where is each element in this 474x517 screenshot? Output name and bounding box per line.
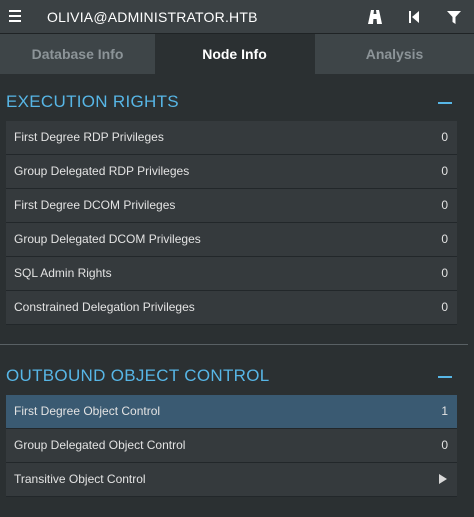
section-title: OUTBOUND OBJECT CONTROL [6,366,270,385]
row-count: 1 [441,404,448,418]
top-bar: OLIVIA@ADMINISTRATOR.HTB [0,0,474,34]
row-label: Constrained Delegation Privileges [14,300,195,314]
tab-database-info[interactable]: Database Info [0,34,155,74]
row-count: 0 [441,232,448,246]
filter-icon[interactable] [446,9,462,25]
list-item[interactable]: Group Delegated Object Control 0 [6,429,457,463]
list-item[interactable]: First Degree RDP Privileges 0 [6,121,457,155]
list-item[interactable]: Transitive Object Control [6,463,457,497]
tab-bar: Database Info Node Info Analysis [0,34,474,74]
row-count: 0 [441,300,448,314]
row-count: 0 [441,438,448,452]
row-count: 0 [441,130,448,144]
section-divider [0,344,468,345]
row-label: Group Delegated DCOM Privileges [14,232,201,246]
row-label: Transitive Object Control [14,472,146,486]
list-item[interactable]: First Degree Object Control 1 [6,395,457,429]
outbound-object-control-list: First Degree Object Control 1 Group Dele… [6,395,457,497]
list-item[interactable]: Constrained Delegation Privileges 0 [6,291,457,325]
play-arrow-icon[interactable] [439,474,447,484]
row-label: First Degree DCOM Privileges [14,198,176,212]
pathfinding-icon[interactable] [367,9,383,25]
section-title: EXECUTION RIGHTS [6,92,179,111]
row-label: Group Delegated RDP Privileges [14,164,190,178]
row-label: Group Delegated Object Control [14,438,186,452]
execution-rights-header[interactable]: EXECUTION RIGHTS [0,92,474,122]
row-label: SQL Admin Rights [14,266,112,280]
row-label: First Degree Object Control [14,404,161,418]
back-icon[interactable] [406,9,422,25]
outbound-object-control-header[interactable]: OUTBOUND OBJECT CONTROL [0,366,474,396]
node-title: OLIVIA@ADMINISTRATOR.HTB [47,9,258,25]
row-count: 0 [441,164,448,178]
bloodhound-panel: OLIVIA@ADMINISTRATOR.HTB Database Info N… [0,0,474,517]
collapse-icon[interactable] [438,376,452,378]
row-label: First Degree RDP Privileges [14,130,164,144]
list-item[interactable]: SQL Admin Rights 0 [6,257,457,291]
list-item[interactable]: Group Delegated DCOM Privileges 0 [6,223,457,257]
tab-analysis[interactable]: Analysis [314,34,474,74]
collapse-icon[interactable] [438,102,452,104]
list-item[interactable]: Group Delegated RDP Privileges 0 [6,155,457,189]
tab-node-info[interactable]: Node Info [155,34,314,74]
menu-icon[interactable] [9,10,21,24]
execution-rights-list: First Degree RDP Privileges 0 Group Dele… [6,121,457,325]
row-count: 0 [441,266,448,280]
list-item[interactable]: First Degree DCOM Privileges 0 [6,189,457,223]
row-count: 0 [441,198,448,212]
